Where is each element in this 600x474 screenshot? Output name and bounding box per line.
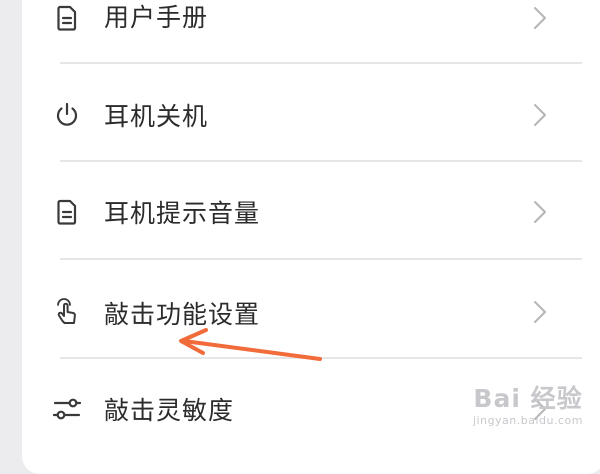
menu-item-label: 耳机提示音量 xyxy=(104,199,261,228)
chevron-right-icon xyxy=(532,297,548,327)
menu-item-label: 敲击灵敏度 xyxy=(104,396,235,425)
menu-item-label: 耳机关机 xyxy=(104,102,209,131)
tap-gesture-icon xyxy=(52,297,82,327)
power-icon xyxy=(52,100,82,130)
menu-item-user-manual[interactable]: 用户手册 xyxy=(0,0,600,66)
sliders-icon xyxy=(52,394,82,424)
chevron-right-icon xyxy=(532,100,548,130)
watermark-url: jingyan.baidu.com xyxy=(472,414,583,427)
document-icon xyxy=(52,197,82,227)
menu-item-tap-function-settings[interactable]: 敲击功能设置 xyxy=(0,260,600,356)
menu-item-earphone-power-off[interactable]: 耳机关机 xyxy=(0,64,600,160)
document-icon xyxy=(52,3,82,33)
chevron-right-icon xyxy=(532,3,548,33)
watermark: Bai 经验 jingyan.baidu.com xyxy=(458,384,598,444)
menu-item-prompt-volume[interactable]: 耳机提示音量 xyxy=(0,162,600,258)
watermark-logo: Bai 经验 xyxy=(473,384,583,413)
menu-item-label: 用户手册 xyxy=(104,3,209,32)
menu-item-label: 敲击功能设置 xyxy=(104,300,261,329)
chevron-right-icon xyxy=(532,197,548,227)
